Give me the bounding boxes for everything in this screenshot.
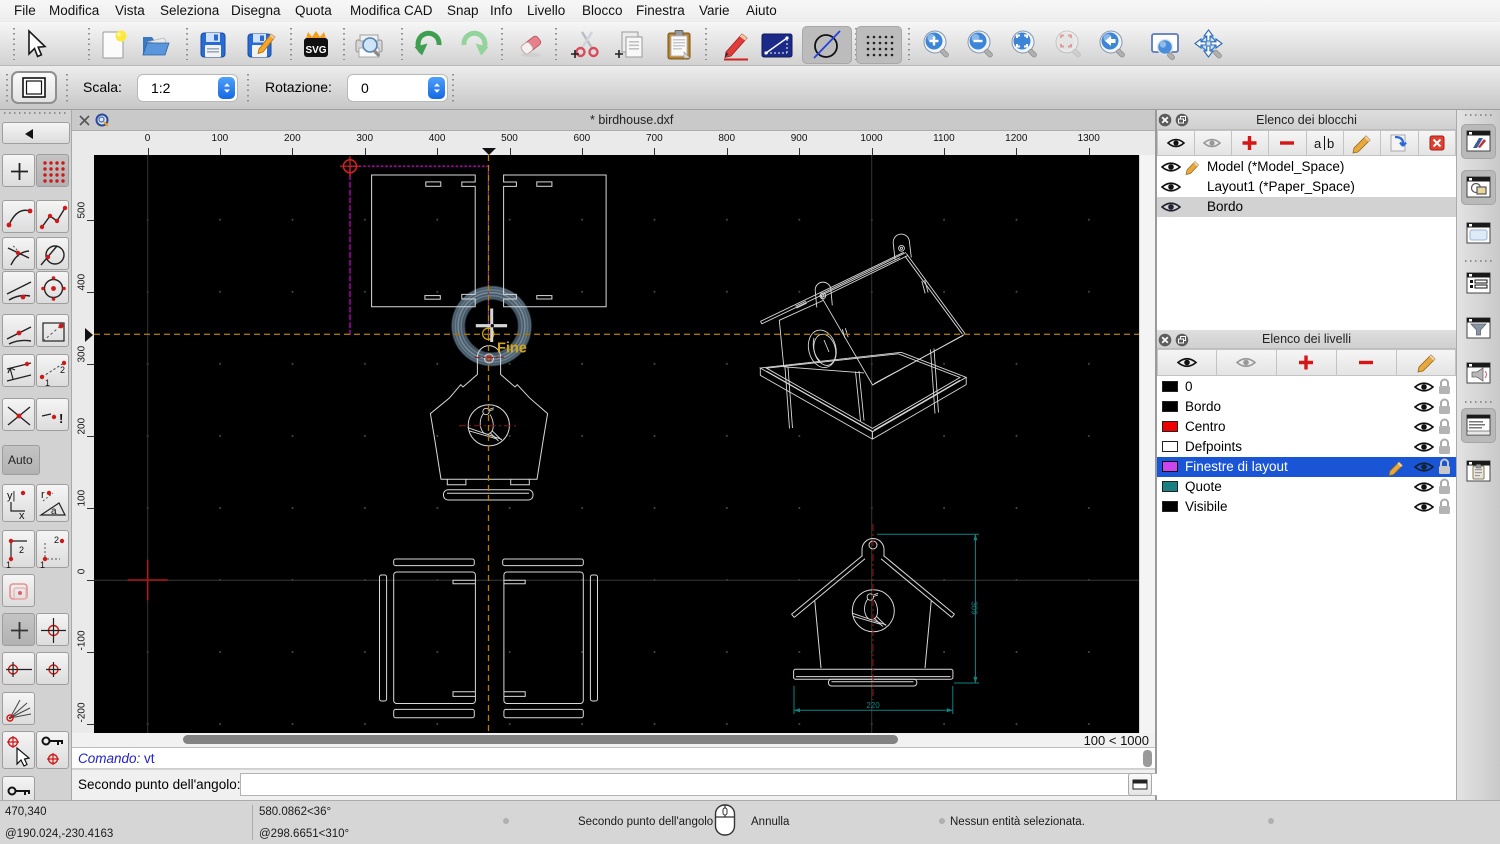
svg-text:r: r — [41, 489, 45, 501]
svg-text:1: 1 — [40, 560, 45, 569]
svg-text:SVG: SVG — [305, 45, 326, 56]
svg-text:y|: y| — [7, 490, 15, 502]
svg-text:309: 309 — [970, 601, 979, 615]
svg-text:1: 1 — [45, 378, 50, 388]
svg-text:b: b — [1327, 136, 1334, 151]
svg-text:2: 2 — [54, 535, 59, 545]
svg-text:a: a — [1314, 136, 1322, 151]
svg-text:a: a — [51, 506, 57, 517]
svg-text:2: 2 — [19, 545, 24, 555]
svg-text:Fine: Fine — [497, 341, 527, 357]
svg-text:2: 2 — [60, 365, 65, 375]
svg-text:x: x — [19, 510, 25, 522]
svg-text:1: 1 — [6, 560, 11, 569]
svg-text:!: ! — [59, 411, 63, 426]
svg-text:220: 220 — [866, 701, 880, 710]
